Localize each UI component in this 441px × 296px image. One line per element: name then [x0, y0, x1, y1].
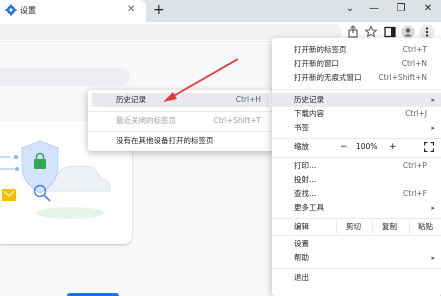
tab-search-icon[interactable]: ⌄	[342, 2, 358, 16]
menu-exit[interactable]: 退出	[294, 272, 309, 284]
menu-find-shortcut: Ctrl+F	[403, 189, 427, 198]
cut-button[interactable]: 剪切	[346, 221, 361, 233]
settings-search-bar[interactable]	[0, 68, 130, 86]
menu-zoom-label: 缩放	[294, 142, 309, 151]
tab-title: 设置	[20, 6, 36, 15]
chevron-right-icon: ▸	[431, 204, 435, 212]
submenu-other-devices: 没有在其他设备打开的标签页	[116, 136, 214, 145]
paste-button[interactable]: 粘贴	[418, 221, 433, 233]
divider	[372, 218, 373, 234]
chevron-right-icon: ▸	[431, 254, 435, 262]
submenu-history-label[interactable]: 历史记录	[116, 94, 146, 106]
menu-print[interactable]: 打印...	[294, 160, 316, 172]
divider	[88, 111, 273, 112]
tab-settings[interactable]: 设置 ✕	[0, 0, 146, 22]
close-window-button[interactable]: ✕	[420, 2, 436, 16]
menu-print-shortcut: Ctrl+P	[402, 161, 427, 170]
menu-help[interactable]: 帮助	[294, 252, 309, 264]
divider	[272, 157, 441, 158]
chevron-right-icon: ▸	[431, 124, 435, 132]
divider	[272, 235, 441, 236]
new-tab-button[interactable]: +	[153, 1, 165, 19]
menu-new-tab[interactable]: 打开新的标签页	[294, 44, 347, 56]
chevron-right-icon: ▸	[431, 96, 435, 104]
divider	[88, 131, 273, 132]
menu-find[interactable]: 查找...	[294, 188, 316, 200]
gear-icon	[5, 4, 17, 16]
menu-bookmarks[interactable]: 书签	[294, 122, 309, 134]
divider	[272, 218, 441, 219]
tab-close-icon[interactable]: ✕	[127, 3, 135, 17]
divider	[272, 89, 441, 90]
menu-history[interactable]: 历史记录	[294, 94, 324, 106]
divider	[272, 138, 441, 139]
copy-button[interactable]: 复制	[382, 221, 397, 233]
fullscreen-icon[interactable]	[424, 142, 434, 152]
zoom-level: 100%	[356, 142, 378, 151]
submenu-recently-closed-shortcut: Ctrl+Shift+T	[213, 116, 261, 125]
menu-edit-label: 编辑	[294, 222, 309, 231]
menu-new-tab-shortcut: Ctrl+T	[402, 45, 427, 54]
zoom-in-button[interactable]: +	[389, 141, 397, 153]
submenu-recently-closed[interactable]: 最近关闭的标签页	[116, 115, 176, 127]
minimize-button[interactable]: —	[366, 2, 382, 16]
pointer-arrow	[163, 58, 239, 102]
divider	[409, 218, 410, 234]
menu-downloads-shortcut: Ctrl+J	[405, 109, 427, 118]
menu-downloads[interactable]: 下载内容	[294, 108, 324, 120]
menu-settings[interactable]: 设置	[294, 238, 309, 250]
menu-new-window[interactable]: 打开新的窗口	[294, 58, 339, 70]
tab-strip: 设置 ✕ + ⌄ — ❐ ✕	[0, 0, 441, 22]
menu-new-incognito[interactable]: 打开新的无痕式窗口	[294, 72, 362, 84]
divider	[336, 218, 337, 234]
restore-button[interactable]: ❐	[393, 2, 409, 16]
menu-new-incognito-shortcut: Ctrl+Shift+N	[378, 73, 427, 82]
menu-cast[interactable]: 投射...	[294, 174, 316, 186]
zoom-out-button[interactable]: −	[340, 141, 348, 153]
menu-new-window-shortcut: Ctrl+N	[401, 59, 427, 68]
menu-more-tools[interactable]: 更多工具	[294, 202, 324, 214]
divider	[272, 268, 441, 269]
chrome-main-menu: 打开新的标签页 Ctrl+T 打开新的窗口 Ctrl+N 打开新的无痕式窗口 C…	[272, 38, 441, 296]
